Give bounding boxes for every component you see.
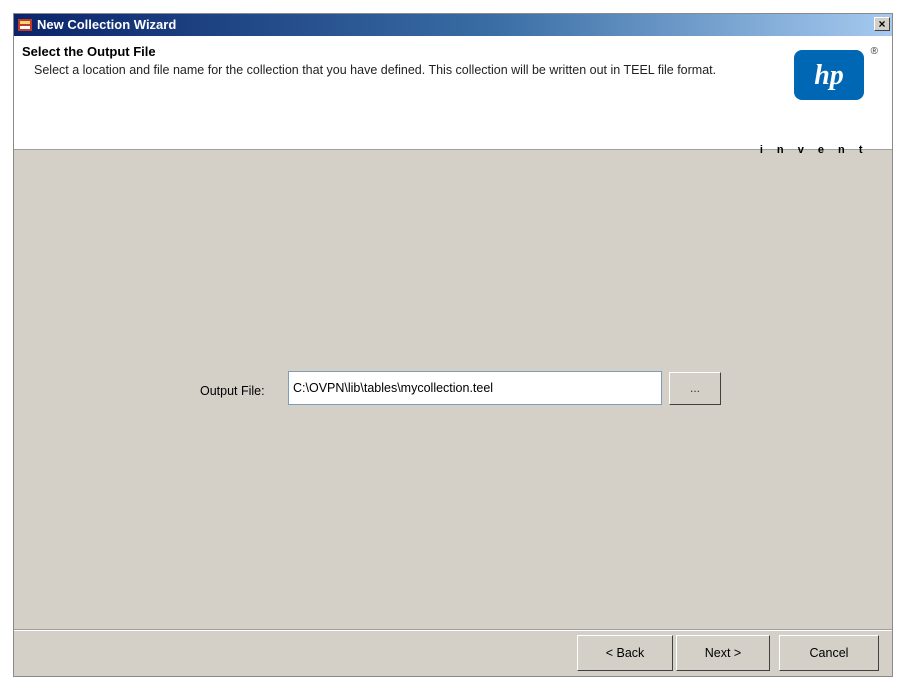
svg-text:hp: hp bbox=[814, 60, 844, 91]
next-button[interactable]: Next > bbox=[676, 635, 770, 671]
hp-tagline: i n v e n t bbox=[759, 144, 868, 156]
title-bar[interactable]: New Collection Wizard × bbox=[14, 14, 892, 36]
browse-button[interactable]: ... bbox=[669, 372, 721, 405]
wizard-header: Select the Output File Select a location… bbox=[14, 36, 892, 156]
window-title: New Collection Wizard bbox=[37, 17, 177, 32]
registered-mark: ® bbox=[870, 46, 878, 57]
page-title: Select the Output File bbox=[22, 44, 156, 59]
close-button[interactable]: × bbox=[874, 17, 890, 31]
cancel-button[interactable]: Cancel bbox=[779, 635, 879, 671]
wizard-window: New Collection Wizard × Select the Outpu… bbox=[13, 13, 893, 677]
footer-divider bbox=[14, 629, 892, 631]
wizard-app-icon bbox=[18, 19, 32, 31]
hp-logo-icon: hp bbox=[794, 50, 864, 100]
back-button[interactable]: < Back bbox=[577, 635, 673, 671]
page-description: Select a location and file name for the … bbox=[34, 63, 717, 77]
output-file-label: Output File: bbox=[200, 384, 265, 398]
output-file-input[interactable] bbox=[288, 371, 662, 405]
